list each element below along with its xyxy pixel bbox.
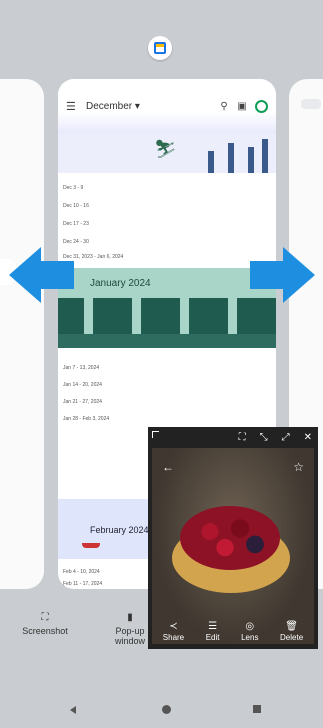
december-illustration: ⛷ — [58, 133, 276, 173]
lens-icon: ◎ — [245, 621, 255, 632]
menu-icon[interactable]: ☰ — [66, 100, 86, 113]
photo-topbar: ← ☆ — [152, 460, 314, 474]
shrink-icon[interactable]: ⤢ — [282, 432, 290, 443]
screenshot-button[interactable]: ⛶ Screenshot — [20, 612, 70, 636]
photo-action-bar: ≺ Share ☰ Edit ◎ Lens 🗑 Delete — [152, 621, 314, 642]
month-title: January 2024 — [90, 278, 151, 289]
lens-button[interactable]: ◎ Lens — [241, 621, 258, 642]
fullscreen-icon[interactable]: ⛶ — [239, 432, 246, 443]
week-row[interactable]: Jan 14 - 20, 2024 — [63, 382, 102, 388]
edit-button[interactable]: ☰ Edit — [206, 621, 220, 642]
swipe-right-arrow-icon — [250, 247, 315, 303]
minimize-icon[interactable]: ⤡ — [260, 432, 268, 443]
delete-button[interactable]: 🗑 Delete — [280, 621, 303, 642]
calendar-icon — [154, 42, 166, 54]
tree-shape — [248, 147, 254, 173]
system-navigation-bar — [0, 690, 323, 728]
share-button[interactable]: ≺ Share — [163, 621, 184, 642]
week-row[interactable]: Dec 10 - 16 — [63, 203, 89, 209]
week-row[interactable]: Feb 11 - 17, 2024 — [63, 581, 102, 587]
screenshot-label: Screenshot — [22, 626, 68, 636]
avatar[interactable] — [255, 99, 268, 113]
week-row[interactable]: Jan 7 - 13, 2024 — [63, 365, 99, 371]
skier-illustration: ⛷ — [154, 139, 177, 159]
week-row[interactable]: Dec 3 - 9 — [63, 185, 83, 191]
week-row[interactable]: Jan 21 - 27, 2024 — [63, 399, 102, 405]
boat-illustration — [82, 543, 100, 548]
popup-window[interactable]: ⛶ ⤡ ⤢ ✕ ← ☆ ≺ Share ☰ Edit ◎ Lens 🗑 Delete — [148, 427, 318, 649]
berries-image — [180, 506, 280, 570]
week-row[interactable]: Dec 24 - 30 — [63, 239, 89, 245]
recent-app-card-left[interactable] — [0, 79, 44, 589]
back-icon[interactable]: ← — [162, 460, 174, 474]
week-row[interactable]: Jan 28 - Feb 3, 2024 — [63, 416, 109, 422]
january-banner: January 2024 — [58, 268, 276, 348]
popup-titlebar[interactable]: ⛶ ⤡ ⤢ ✕ — [148, 427, 318, 448]
tree-shape — [208, 151, 214, 173]
popup-window-button[interactable]: ▮ Pop-up window — [108, 612, 152, 646]
share-icon: ≺ — [169, 621, 178, 632]
resize-corner-icon[interactable] — [152, 431, 159, 438]
home-nav-icon[interactable] — [162, 705, 171, 714]
delete-icon: 🗑 — [285, 621, 298, 632]
close-icon[interactable]: ✕ — [304, 432, 312, 443]
tree-shape — [228, 143, 234, 173]
popup-window-icon: ▮ — [127, 612, 133, 623]
week-row[interactable]: Feb 4 - 10, 2024 — [63, 569, 100, 575]
today-icon[interactable]: ▣ — [233, 101, 251, 112]
search-icon[interactable]: ⚲ — [215, 101, 233, 112]
ground-illustration — [58, 334, 276, 348]
swipe-left-arrow-icon — [9, 247, 74, 303]
star-icon[interactable]: ☆ — [293, 460, 304, 474]
calendar-topbar: ☰ December ▾ ⚲ ▣ — [58, 79, 276, 133]
popup-window-label: Pop-up window — [114, 626, 145, 646]
photo-viewer[interactable]: ← ☆ ≺ Share ☰ Edit ◎ Lens 🗑 Delete — [152, 448, 314, 644]
tree-shape — [262, 139, 268, 173]
card-right-bar — [301, 99, 321, 109]
month-title: February 2024 — [90, 525, 149, 535]
recents-nav-icon[interactable] — [253, 705, 261, 713]
month-selector[interactable]: December ▾ — [86, 101, 215, 112]
edit-icon: ☰ — [208, 621, 218, 632]
calendar-app-icon[interactable] — [148, 36, 172, 60]
week-row[interactable]: Dec 17 - 23 — [63, 221, 89, 227]
back-nav-icon[interactable] — [70, 706, 76, 714]
screenshot-icon: ⛶ — [41, 612, 49, 623]
